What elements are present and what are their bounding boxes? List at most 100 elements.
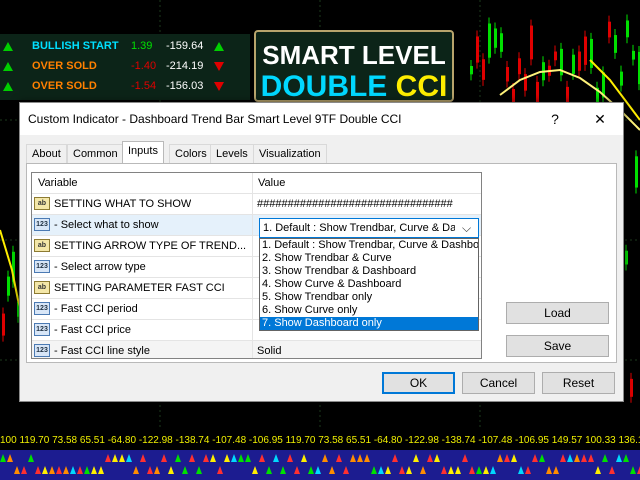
trend-arrow-mark	[343, 466, 349, 474]
arrow-up-icon	[3, 42, 13, 51]
trend-arrow-mark	[273, 454, 279, 462]
tab-colors[interactable]: Colors	[169, 144, 213, 163]
brand-word-cci: CCI	[395, 70, 448, 103]
string-type-icon: ab	[34, 239, 50, 252]
trend-arrow-mark	[217, 466, 223, 474]
variable-value[interactable]: Solid	[257, 345, 281, 357]
dashboard-row: BULLISH START 1.39 -159.64	[0, 37, 250, 57]
dashboard-row: OVER SOLD -1.54 -156.03	[0, 77, 250, 97]
trend-arrow-mark	[189, 454, 195, 462]
trend-arrow-mark	[455, 466, 461, 474]
variable-name: SETTING ARROW TYPE OF TREND...	[54, 240, 247, 252]
reset-button[interactable]: Reset	[542, 372, 615, 394]
candle-body	[620, 71, 623, 86]
trend-arrow-mark	[238, 454, 244, 462]
trend-arrow-mark	[21, 466, 27, 474]
arrow-up-icon	[214, 42, 224, 51]
combobox-value: 1. Default : Show Trendbar, Curve & Dash…	[263, 222, 455, 234]
trend-arrow-mark	[168, 466, 174, 474]
trend-arrow-mark	[350, 454, 356, 462]
trend-arrow-mark	[448, 466, 454, 474]
input-row[interactable]: 123 - Fast CCI line style Solid	[32, 341, 481, 358]
trend-arrow-mark	[483, 466, 489, 474]
trend-arrow-mark	[525, 466, 531, 474]
trend-arrow-mark	[63, 466, 69, 474]
trend-arrow-mark	[434, 454, 440, 462]
custom-indicator-dialog: Custom Indicator - Dashboard Trend Bar S…	[19, 102, 624, 402]
tab-common[interactable]: Common	[67, 144, 124, 163]
trend-arrow-mark	[399, 466, 405, 474]
variable-value[interactable]: ################################	[257, 198, 475, 210]
arrow-up-icon	[3, 82, 13, 91]
arrow-up-icon	[3, 62, 13, 71]
trend-arrow-mark	[252, 466, 258, 474]
trend-arrow-mark	[602, 454, 608, 462]
dashboard-signal-label: OVER SOLD	[32, 80, 97, 92]
tab-visualization[interactable]: Visualization	[253, 144, 327, 163]
variable-name: - Fast CCI period	[54, 303, 138, 315]
trend-arrow-mark	[511, 454, 517, 462]
trend-arrow-mark	[406, 466, 412, 474]
load-button[interactable]: Load	[506, 302, 609, 324]
trend-arrow-mark	[231, 454, 237, 462]
save-button[interactable]: Save	[506, 335, 609, 357]
dashboard-value-secondary: -214.19	[166, 60, 204, 72]
trend-arrow-mark	[259, 454, 265, 462]
string-type-icon: ab	[34, 197, 50, 210]
close-button[interactable]: ✕	[580, 107, 620, 131]
select-what-to-show-dropdown: 1. Default : Show Trendbar, Curve & Dash…	[259, 238, 479, 331]
trend-arrow-mark	[490, 466, 496, 474]
dropdown-option[interactable]: 1. Default : Show Trendbar, Curve & Dash…	[260, 239, 478, 252]
dialog-titlebar[interactable]: Custom Indicator - Dashboard Trend Bar S…	[20, 103, 623, 135]
help-button[interactable]: ?	[535, 107, 575, 131]
dropdown-option[interactable]: 4. Show Curve & Dashboard	[260, 278, 478, 291]
trend-arrow-mark	[371, 466, 377, 474]
dropdown-option[interactable]: 5. Show Trendbar only	[260, 291, 478, 304]
dropdown-option[interactable]: 6. Show Curve only	[260, 304, 478, 317]
dashboard-signal-label: BULLISH START	[32, 40, 119, 52]
trend-arrow-mark	[420, 466, 426, 474]
trend-arrow-mark	[77, 466, 83, 474]
column-header-value[interactable]: Value	[258, 177, 285, 189]
cancel-button[interactable]: Cancel	[462, 372, 535, 394]
trend-arrow-mark	[560, 454, 566, 462]
ok-button[interactable]: OK	[382, 372, 455, 394]
column-header-variable[interactable]: Variable	[38, 177, 78, 189]
trend-arrow-mark	[119, 454, 125, 462]
trend-arrow-mark	[497, 454, 503, 462]
dashboard-row: OVER SOLD -1.40 -214.19	[0, 57, 250, 77]
trend-arrow-mark	[224, 454, 230, 462]
candle-body	[566, 86, 569, 103]
dashboard-value-secondary: -156.03	[166, 80, 204, 92]
dropdown-option[interactable]: 2. Show Trendbar & Curve	[260, 252, 478, 265]
trend-arrow-mark	[35, 466, 41, 474]
trend-arrow-mark	[630, 466, 636, 474]
trend-arrow-mark	[392, 454, 398, 462]
trend-arrow-mark	[469, 466, 475, 474]
trend-arrow-mark	[588, 454, 594, 462]
arrow-down-icon	[214, 82, 224, 91]
trend-arrow-mark	[476, 466, 482, 474]
trend-arrow-mark	[140, 454, 146, 462]
tab-about[interactable]: About	[26, 144, 67, 163]
dropdown-option[interactable]: 3. Show Trendbar & Dashboard	[260, 265, 478, 278]
dashboard-signal-label: OVER SOLD	[32, 60, 97, 72]
select-what-to-show-combobox[interactable]: 1. Default : Show Trendbar, Curve & Dash…	[259, 218, 479, 238]
trend-arrow-mark	[84, 466, 90, 474]
dashboard-value-primary: 1.39	[131, 40, 153, 52]
grid-header: Variable Value	[32, 173, 481, 194]
number-type-icon: 123	[34, 218, 50, 231]
chevron-down-icon[interactable]: ⌵	[462, 221, 471, 236]
trend-arrow-mark	[98, 466, 104, 474]
dropdown-option-highlighted[interactable]: 7. Show Dashboard only	[260, 317, 478, 330]
trend-arrow-mark	[357, 454, 363, 462]
candle-body	[518, 58, 521, 75]
trend-arrow-mark	[532, 454, 538, 462]
tab-levels[interactable]: Levels	[210, 144, 254, 163]
trend-arrow-mark	[42, 466, 48, 474]
trend-arrow-mark	[308, 466, 314, 474]
candle-body	[626, 20, 629, 38]
tab-inputs[interactable]: Inputs	[122, 141, 164, 163]
input-row[interactable]: ab SETTING WHAT TO SHOW ################…	[32, 194, 481, 215]
number-type-icon: 123	[34, 302, 50, 315]
